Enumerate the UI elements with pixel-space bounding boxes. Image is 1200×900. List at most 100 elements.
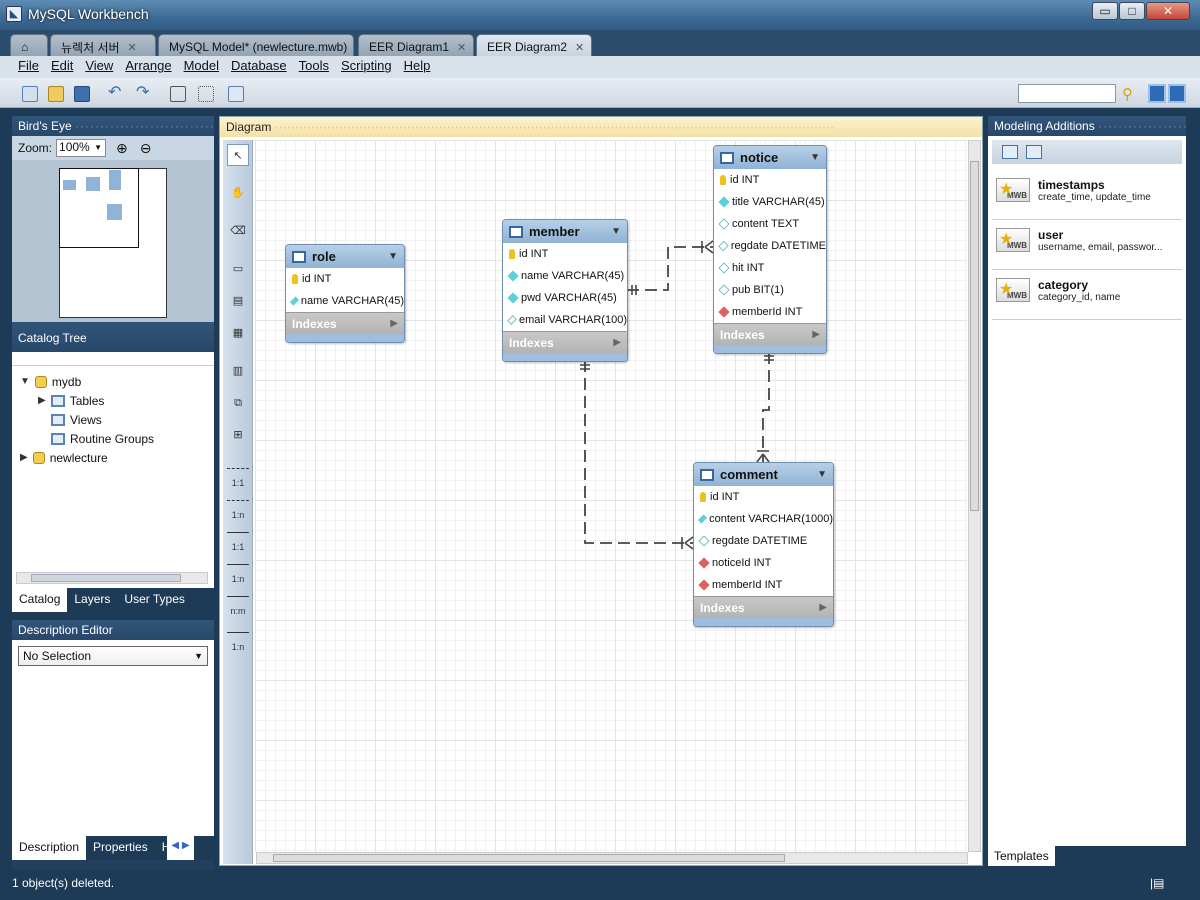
relationship-1-1-non-identifying-icon[interactable]: 1:1 bbox=[227, 532, 249, 552]
routine-group-tool-icon[interactable]: ⊞ bbox=[227, 424, 249, 446]
tab-catalog[interactable]: Catalog bbox=[12, 588, 68, 612]
close-tab-icon[interactable]: ✕ bbox=[457, 41, 466, 54]
tab-scroll-arrows-icon[interactable]: ◀ ▶ bbox=[167, 836, 194, 860]
indexes-section[interactable]: Indexes ▶ bbox=[286, 312, 404, 334]
edit-templates-icon[interactable] bbox=[1002, 145, 1018, 159]
close-window-button[interactable]: ✕ bbox=[1146, 2, 1190, 20]
expand-arrow-icon[interactable]: ▶ bbox=[390, 318, 398, 329]
expand-arrow-icon[interactable]: ▶ bbox=[812, 329, 820, 340]
column-row[interactable]: id INT bbox=[286, 268, 404, 290]
open-folder-icon[interactable] bbox=[48, 86, 64, 102]
template-timestamps[interactable]: ★ MWB timestamps create_time, update_time bbox=[992, 170, 1182, 220]
tree-item-newlecture[interactable]: ▶ newlecture bbox=[12, 448, 214, 467]
column-row[interactable]: email VARCHAR(100) bbox=[503, 309, 627, 331]
scrollbar-thumb[interactable] bbox=[970, 161, 979, 511]
align-grid-icon[interactable] bbox=[198, 86, 214, 102]
column-row[interactable]: id INT bbox=[503, 243, 627, 265]
relationship-1-n-existing-columns-icon[interactable]: 1:n bbox=[227, 632, 249, 652]
undo-icon[interactable]: ↶ bbox=[108, 85, 124, 102]
diagram-vertical-scrollbar[interactable] bbox=[968, 140, 981, 852]
text-tool-icon[interactable]: ▤ bbox=[227, 290, 249, 312]
column-row[interactable]: memberId INT bbox=[694, 574, 833, 596]
scrollbar-thumb[interactable] bbox=[273, 854, 785, 862]
status-panel-toggle-icon[interactable]: |▤ bbox=[1150, 876, 1164, 890]
menu-edit[interactable]: Edit bbox=[45, 56, 79, 78]
image-tool-icon[interactable]: ▦ bbox=[227, 322, 249, 344]
relationship-1-n-non-identifying-icon[interactable]: 1:n bbox=[227, 564, 249, 584]
tree-item-tables[interactable]: ▶ Tables bbox=[12, 391, 214, 410]
collapse-triangle-icon[interactable]: ▼ bbox=[817, 469, 827, 480]
collapse-triangle-icon[interactable]: ▼ bbox=[611, 226, 621, 237]
view-tool-icon[interactable]: ⧉ bbox=[227, 392, 249, 414]
collapse-triangle-icon[interactable]: ▼ bbox=[810, 152, 820, 163]
relationship-1-1-identifying-icon[interactable]: 1:1 bbox=[227, 468, 249, 488]
column-row[interactable]: pwd VARCHAR(45) bbox=[503, 287, 627, 309]
minimize-button[interactable]: ▭ bbox=[1092, 2, 1118, 20]
column-row[interactable]: hit INT bbox=[714, 257, 826, 279]
table-comment[interactable]: comment ▼ id INT content VARCHAR(1000) re… bbox=[693, 462, 834, 627]
expand-arrow-icon[interactable]: ▶ bbox=[613, 337, 621, 348]
table-role[interactable]: role ▼ id INT name VARCHAR(45) Indexes ▶ bbox=[285, 244, 405, 343]
redo-icon[interactable]: ↷ bbox=[136, 85, 152, 102]
column-row[interactable]: content TEXT bbox=[714, 213, 826, 235]
relationship-notice-comment[interactable] bbox=[762, 352, 770, 462]
template-category[interactable]: ★ MWB category category_id, name bbox=[992, 270, 1182, 320]
menu-file[interactable]: File bbox=[12, 56, 45, 78]
expand-icon[interactable]: ▶ bbox=[38, 395, 46, 406]
tab-properties[interactable]: Properties bbox=[86, 836, 155, 860]
diagram-canvas[interactable]: role ▼ id INT name VARCHAR(45) Indexes ▶ m… bbox=[255, 140, 967, 852]
tab-eer-diagram1[interactable]: EER Diagram1 ✕ bbox=[358, 34, 474, 56]
tree-item-views[interactable]: Views bbox=[12, 410, 214, 429]
maximize-button[interactable]: □ bbox=[1119, 2, 1145, 20]
column-row[interactable]: id INT bbox=[694, 486, 833, 508]
column-row[interactable]: noticeId INT bbox=[694, 552, 833, 574]
table-notice[interactable]: notice ▼ id INT title VARCHAR(45) content… bbox=[713, 145, 827, 354]
collapse-triangle-icon[interactable]: ▼ bbox=[388, 251, 398, 262]
tab-description[interactable]: Description bbox=[12, 836, 87, 860]
menu-arrange[interactable]: Arrange bbox=[119, 56, 177, 78]
menu-view[interactable]: View bbox=[79, 56, 119, 78]
toggle-secondary-sidebar-icon[interactable] bbox=[1168, 84, 1186, 103]
tab-home[interactable]: ⌂ bbox=[10, 34, 48, 56]
menu-tools[interactable]: Tools bbox=[293, 56, 335, 78]
indexes-section[interactable]: Indexes ▶ bbox=[714, 323, 826, 345]
catalog-filter-input[interactable] bbox=[12, 352, 214, 366]
tab-connection[interactable]: 뉴렉처 서버 ✕ bbox=[50, 34, 156, 56]
table-header[interactable]: comment ▼ bbox=[694, 463, 833, 486]
expand-icon[interactable]: ▼ bbox=[20, 376, 30, 387]
new-model-icon[interactable] bbox=[22, 86, 38, 102]
column-row[interactable]: regdate DATETIME bbox=[714, 235, 826, 257]
column-row[interactable]: id INT bbox=[714, 169, 826, 191]
template-user[interactable]: ★ MWB user username, email, passwor... bbox=[992, 220, 1182, 270]
search-input[interactable] bbox=[1018, 84, 1116, 103]
menu-scripting[interactable]: Scripting bbox=[335, 56, 398, 78]
tab-layers[interactable]: Layers bbox=[67, 588, 117, 612]
expand-icon[interactable]: ▶ bbox=[20, 452, 28, 463]
relationship-1-n-identifying-icon[interactable]: 1:n bbox=[227, 500, 249, 520]
expand-arrow-icon[interactable]: ▶ bbox=[819, 602, 827, 613]
relationship-member-notice[interactable] bbox=[627, 246, 713, 291]
layer-tool-icon[interactable]: ▭ bbox=[227, 258, 249, 280]
table-tool-icon[interactable]: ▥ bbox=[227, 360, 249, 382]
column-row[interactable]: name VARCHAR(45) bbox=[503, 265, 627, 287]
zoom-select[interactable]: 100% ▼ bbox=[56, 139, 107, 157]
zoom-in-icon[interactable]: ⊕ bbox=[116, 140, 128, 157]
tab-model[interactable]: MySQL Model* (newlecture.mwb)✕ bbox=[158, 34, 365, 56]
new-diagram-icon[interactable] bbox=[228, 86, 244, 102]
close-tab-icon[interactable]: ✕ bbox=[128, 41, 137, 54]
toggle-grid-icon[interactable] bbox=[170, 86, 186, 102]
eraser-tool-icon[interactable]: ⌫ bbox=[227, 220, 249, 242]
column-row[interactable]: name VARCHAR(45) bbox=[286, 290, 404, 312]
scrollbar-thumb[interactable] bbox=[31, 574, 181, 582]
tree-item-mydb[interactable]: ▼ mydb bbox=[12, 372, 214, 391]
table-header[interactable]: notice ▼ bbox=[714, 146, 826, 169]
table-template-icon[interactable] bbox=[1026, 145, 1042, 159]
search-icon[interactable]: ⚲ bbox=[1122, 85, 1140, 103]
column-row[interactable]: title VARCHAR(45) bbox=[714, 191, 826, 213]
close-tab-icon[interactable]: ✕ bbox=[575, 41, 584, 54]
diagram-horizontal-scrollbar[interactable] bbox=[256, 852, 968, 864]
birds-eye-preview[interactable] bbox=[12, 160, 214, 322]
menu-database[interactable]: Database bbox=[225, 56, 293, 78]
tree-item-routine-groups[interactable]: Routine Groups bbox=[12, 429, 214, 448]
column-row[interactable]: pub BIT(1) bbox=[714, 279, 826, 301]
